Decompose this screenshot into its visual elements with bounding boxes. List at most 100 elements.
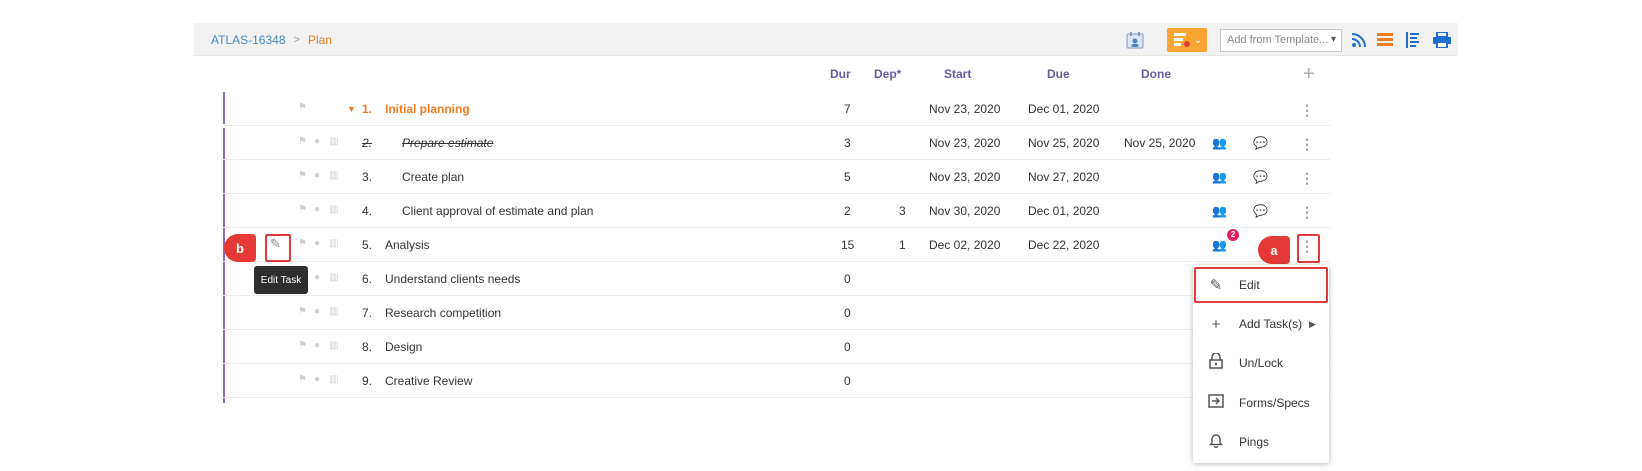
breadcrumb-project-link[interactable]: ATLAS-16348 [211,33,286,47]
status-dot-icon[interactable]: ● [314,374,320,385]
task-title[interactable]: Prepare estimate [402,136,493,150]
status-dot-icon[interactable]: ● [314,340,320,351]
map-icon[interactable]: ▥ [329,238,338,249]
task-title[interactable]: Creative Review [385,374,472,388]
comments-icon[interactable]: 💬 [1253,204,1268,218]
menu-item-unlock[interactable]: Un/Lock [1193,345,1329,381]
flag-icon[interactable]: ⚑ [298,170,307,181]
outline-view-icon[interactable] [1404,28,1422,52]
task-due[interactable]: Dec 22, 2020 [1028,238,1099,252]
task-title[interactable]: Client approval of estimate and plan [402,204,593,218]
task-start[interactable]: Nov 23, 2020 [929,102,1000,116]
assignees-icon[interactable]: 👥 [1212,170,1227,184]
task-number: 3. [362,170,373,184]
task-dur[interactable]: 0 [844,272,851,286]
menu-item-forms-specs[interactable]: Forms/Specs [1193,385,1329,421]
more-options-icon[interactable]: ⋮ [1300,136,1314,153]
task-dur[interactable]: 2 [844,204,851,218]
status-dot-icon[interactable]: ● [314,306,320,317]
map-icon[interactable]: ▥ [329,204,338,215]
task-row[interactable]: ⚑ ● ▥ 9. Creative Review 0 [223,364,1330,398]
status-dot-icon[interactable]: ● [314,238,320,249]
task-done[interactable]: Nov 25, 2020 [1124,136,1195,150]
task-row[interactable]: ⚑ ▼ 1. Initial planning 7 Nov 23, 2020 D… [223,92,1330,126]
task-dur[interactable]: 5 [844,170,851,184]
task-dur[interactable]: 7 [844,102,851,116]
column-header-done[interactable]: Done [1141,67,1171,81]
comments-icon[interactable]: 💬 [1253,170,1268,184]
task-row[interactable]: ⚑ ● ▥ 7. Research competition 0 [223,296,1330,330]
task-dur[interactable]: 0 [844,340,851,354]
task-number: 4. [362,204,373,218]
assignees-icon[interactable]: 👥 [1212,238,1227,252]
task-due[interactable]: Nov 27, 2020 [1028,170,1099,184]
add-column-icon[interactable]: + [1303,63,1315,86]
flag-icon[interactable]: ⚑ [298,136,307,147]
task-row[interactable]: ⚑ ● ▥ 2. Prepare estimate 3 Nov 23, 2020… [223,126,1330,160]
task-start[interactable]: Nov 23, 2020 [929,170,1000,184]
flag-icon[interactable]: ⚑ [298,204,307,215]
more-options-icon[interactable]: ⋮ [1300,102,1314,119]
task-dep[interactable]: 1 [899,238,906,252]
task-title[interactable]: Design [385,340,422,354]
more-options-icon[interactable]: ⋮ [1300,204,1314,221]
task-title[interactable]: Analysis [385,238,430,252]
task-dur[interactable]: 0 [844,374,851,388]
task-dur[interactable]: 15 [841,238,854,252]
task-row[interactable]: ⚑ ● ▥ 6. Understand clients needs 0 [223,262,1330,296]
task-dur[interactable]: 3 [844,136,851,150]
task-due[interactable]: Dec 01, 2020 [1028,102,1099,116]
map-icon[interactable]: ▥ [329,272,338,283]
status-dot-icon[interactable]: ● [314,170,320,181]
column-header-due[interactable]: Due [1047,67,1070,81]
task-row[interactable]: ✎ ⚑ ● ▥ 5. Analysis 15 1 Dec 02, 2020 De… [223,228,1330,262]
more-options-icon[interactable]: ⋮ [1300,170,1314,187]
task-title[interactable]: Understand clients needs [385,272,520,286]
map-icon[interactable]: ▥ [329,374,338,385]
column-header-dur[interactable]: Dur [830,67,851,81]
print-icon[interactable] [1431,28,1453,52]
task-start[interactable]: Nov 30, 2020 [929,204,1000,218]
status-dot-icon[interactable]: ● [314,204,320,215]
task-row[interactable]: ⚑ ● ▥ 8. Design 0 [223,330,1330,364]
menu-item-pings[interactable]: Pings [1193,424,1329,460]
task-dep[interactable]: 3 [899,204,906,218]
flag-icon[interactable]: ⚑ [298,374,307,385]
menu-item-add-tasks[interactable]: + Add Task(s) ▶ [1193,306,1329,342]
column-header-dep[interactable]: Dep* [874,67,901,81]
add-from-template-select[interactable]: Add from Template... ▾ [1220,29,1342,52]
status-dot-icon[interactable]: ● [314,136,320,147]
resource-list-icon[interactable] [1376,28,1394,52]
flag-icon[interactable]: ⚑ [298,340,307,351]
column-header-start[interactable]: Start [944,67,971,81]
bell-icon [1207,432,1225,452]
task-due[interactable]: Nov 25, 2020 [1028,136,1099,150]
map-icon[interactable]: ▥ [329,136,338,147]
task-title[interactable]: Initial planning [385,102,470,116]
map-icon[interactable]: ▥ [329,306,338,317]
task-row[interactable]: ⚑ ● ▥ 4. Client approval of estimate and… [223,194,1330,228]
flag-icon[interactable]: ⚑ [298,238,307,249]
task-row[interactable]: ⚑ ● ▥ 3. Create plan 5 Nov 23, 2020 Nov … [223,160,1330,194]
submenu-arrow-icon: ▶ [1309,318,1316,329]
task-dur[interactable]: 0 [844,306,851,320]
task-start[interactable]: Dec 02, 2020 [929,238,1000,252]
status-dot-icon[interactable]: ● [314,272,320,283]
task-title[interactable]: Create plan [402,170,464,184]
rss-icon[interactable] [1350,28,1368,52]
team-calendar-icon[interactable] [1124,28,1146,52]
task-start[interactable]: Nov 23, 2020 [929,136,1000,150]
flag-icon[interactable]: ⚑ [298,306,307,317]
task-title[interactable]: Research competition [385,306,501,320]
map-icon[interactable]: ▥ [329,340,338,351]
comments-icon[interactable]: 💬 [1253,136,1268,150]
assignees-icon[interactable]: 👥 [1212,204,1227,218]
task-due[interactable]: Dec 01, 2020 [1028,204,1099,218]
collapse-caret-icon[interactable]: ▼ [347,104,356,114]
assignees-icon[interactable]: 👥 [1212,136,1227,150]
map-icon[interactable]: ▥ [329,170,338,181]
gantt-view-button[interactable]: ⌄ [1167,28,1207,52]
flag-icon[interactable]: ⚑ [298,102,307,113]
chevron-down-icon: ⌄ [1193,34,1203,46]
top-toolbar: ATLAS-16348 > Plan ⌄ Add from Template..… [194,23,1458,56]
